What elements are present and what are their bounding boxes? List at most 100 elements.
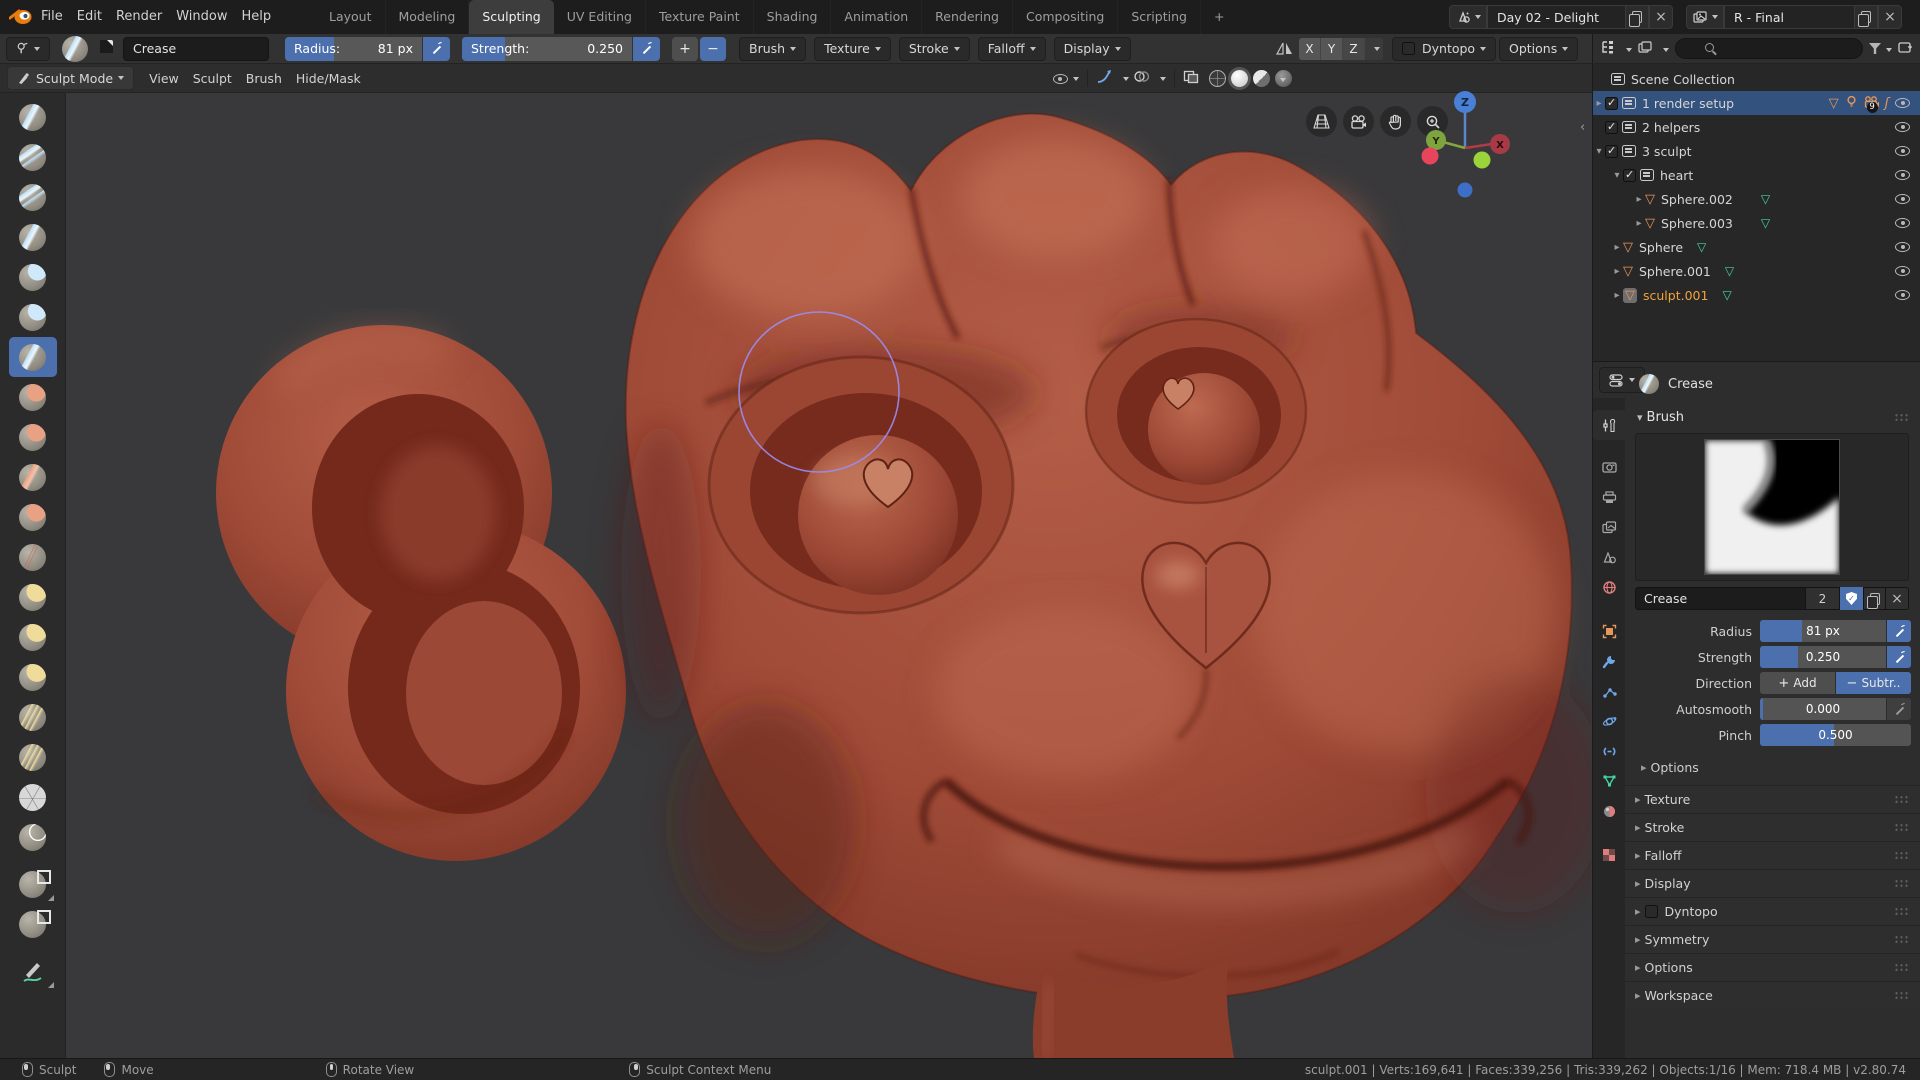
expand-icon[interactable]: ▸: [1611, 242, 1623, 253]
active-tool-selector[interactable]: [6, 36, 50, 61]
outliner-editor-type-icon[interactable]: [1600, 39, 1632, 58]
panel-grip[interactable]: [1894, 907, 1909, 916]
brush-datablock-icon[interactable]: [98, 38, 115, 59]
outliner-row-sphere-003[interactable]: ▸ ▽ Sphere.003 ▽: [1593, 211, 1920, 235]
strength-prop-slider[interactable]: 0.250: [1760, 646, 1886, 668]
tool-inflate[interactable]: [9, 257, 57, 297]
outliner-row-sculpt-collection[interactable]: ▾ 3 sculpt: [1593, 139, 1920, 163]
scene-icon[interactable]: [1449, 5, 1487, 29]
tab-sculpting[interactable]: Sculpting: [469, 0, 554, 34]
panel-grip[interactable]: [1894, 879, 1909, 888]
expand-icon[interactable]: ▸: [1611, 290, 1623, 301]
tab-physics[interactable]: [1593, 706, 1625, 736]
tab-object[interactable]: [1593, 616, 1625, 646]
panel-grip[interactable]: [1894, 935, 1909, 944]
collection-checkbox[interactable]: [1605, 96, 1618, 110]
pan-hand-icon[interactable]: [1380, 106, 1411, 137]
tab-material[interactable]: [1593, 796, 1625, 826]
brush-id-name-field[interactable]: Crease: [1635, 587, 1806, 610]
xray-toggle-icon[interactable]: [1183, 69, 1199, 88]
tab-object-data[interactable]: [1593, 766, 1625, 796]
autosmooth-prop-pressure[interactable]: [1887, 698, 1911, 720]
strength-pressure-toggle[interactable]: [633, 36, 660, 61]
tool-fill[interactable]: [9, 497, 57, 537]
shading-wireframe-icon[interactable]: [1209, 69, 1226, 87]
shading-solid-icon[interactable]: [1231, 69, 1248, 87]
symmetry-y-toggle[interactable]: Y: [1321, 37, 1343, 60]
menu-render[interactable]: Render: [109, 0, 169, 34]
view-layer-copy-button[interactable]: [1854, 5, 1878, 29]
expand-icon[interactable]: ▾: [1611, 170, 1623, 181]
panel-collapse-arrow[interactable]: ‹: [1580, 120, 1585, 135]
outliner-row-sphere-001[interactable]: ▸ ▽ Sphere.001 ▽: [1593, 259, 1920, 283]
subpanel-options[interactable]: Options: [1625, 746, 1920, 785]
add-workspace-button[interactable]: +: [1201, 0, 1237, 34]
tool-clay-strips[interactable]: [9, 177, 57, 217]
tool-thumb[interactable]: [9, 657, 57, 697]
overlays-toggle-icon[interactable]: [1133, 69, 1166, 88]
panel-grip[interactable]: [1894, 851, 1909, 860]
new-collection-icon[interactable]: [1898, 39, 1913, 58]
view-layer-icon[interactable]: [1686, 5, 1724, 29]
brush-preview-image[interactable]: [1704, 439, 1840, 575]
tab-uv-editing[interactable]: UV Editing: [554, 0, 646, 34]
collection-checkbox[interactable]: [1605, 120, 1618, 134]
panel-symmetry[interactable]: Symmetry: [1625, 925, 1920, 953]
dyntopo-checkbox[interactable]: [1402, 42, 1415, 55]
radius-slider[interactable]: Radius: 81 px: [285, 36, 422, 61]
falloff-menu[interactable]: Falloff: [977, 36, 1046, 61]
visibility-eye-icon[interactable]: [1895, 266, 1910, 276]
expand-icon[interactable]: ▾: [1593, 146, 1605, 157]
outliner-row-sculpt-001[interactable]: ▸ ▽ sculpt.001 ▽: [1593, 283, 1920, 307]
visibility-eye-icon[interactable]: [1895, 218, 1910, 228]
tool-box-hide[interactable]: [9, 864, 57, 904]
tab-constraints[interactable]: [1593, 736, 1625, 766]
tool-annotate[interactable]: [9, 951, 57, 991]
camera-view-icon[interactable]: [1343, 106, 1374, 137]
tool-snake-hook[interactable]: [9, 617, 57, 657]
tab-modifiers[interactable]: [1593, 646, 1625, 676]
show-object-types-icon[interactable]: [1052, 69, 1079, 88]
tab-layout[interactable]: Layout: [316, 0, 386, 34]
view-layer-name-field[interactable]: R - Final: [1724, 5, 1854, 29]
pinch-prop-slider[interactable]: 0.500: [1760, 724, 1911, 746]
dyntopo-toggle-group[interactable]: Dyntopo: [1392, 36, 1497, 61]
sculpt-canvas[interactable]: [66, 93, 1591, 1058]
shading-rendered-icon[interactable]: [1275, 69, 1292, 87]
tab-animation[interactable]: Animation: [831, 0, 923, 34]
menu-edit[interactable]: Edit: [70, 0, 109, 34]
tool-nudge[interactable]: [9, 697, 57, 737]
menu-file[interactable]: File: [34, 0, 70, 34]
hide-mask-menu[interactable]: Hide/Mask: [289, 64, 368, 93]
symmetry-dropdown[interactable]: [1365, 37, 1383, 60]
tab-texture-paint[interactable]: Texture Paint: [646, 0, 754, 34]
scene-name-field[interactable]: Day 02 - Delight: [1487, 5, 1625, 29]
radius-prop-pressure[interactable]: [1887, 620, 1911, 642]
tool-grab[interactable]: [9, 577, 57, 617]
symmetry-x-toggle[interactable]: X: [1299, 37, 1321, 60]
shading-material-icon[interactable]: [1253, 69, 1270, 87]
tool-rotate[interactable]: [9, 737, 57, 777]
panel-grip[interactable]: [1894, 823, 1909, 832]
outliner-search-input[interactable]: [1675, 38, 1863, 59]
expand-icon[interactable]: ▸: [1633, 218, 1645, 229]
tool-blob[interactable]: [9, 297, 57, 337]
expand-icon[interactable]: ▸: [1633, 194, 1645, 205]
tab-scripting[interactable]: Scripting: [1118, 0, 1201, 34]
direction-add-segment[interactable]: + Add: [1760, 672, 1835, 694]
tool-flatten[interactable]: [9, 417, 57, 457]
display-menu[interactable]: Display: [1053, 36, 1131, 61]
visibility-eye-icon[interactable]: [1895, 146, 1910, 156]
collection-checkbox[interactable]: [1605, 144, 1618, 158]
gizmos-toggle-icon[interactable]: [1096, 69, 1129, 88]
brush-preview-icon[interactable]: [62, 35, 88, 62]
brush-panel-header[interactable]: Brush: [1625, 394, 1920, 431]
tool-draw[interactable]: [9, 97, 57, 137]
panel-options[interactable]: Options: [1625, 953, 1920, 981]
panel-texture[interactable]: Texture: [1625, 785, 1920, 813]
tab-texture[interactable]: [1593, 840, 1625, 870]
radius-pressure-toggle[interactable]: [423, 36, 450, 61]
panel-workspace[interactable]: Workspace: [1625, 981, 1920, 1009]
visibility-eye-icon[interactable]: [1895, 98, 1910, 108]
sculpt-menu[interactable]: Sculpt: [186, 64, 239, 93]
